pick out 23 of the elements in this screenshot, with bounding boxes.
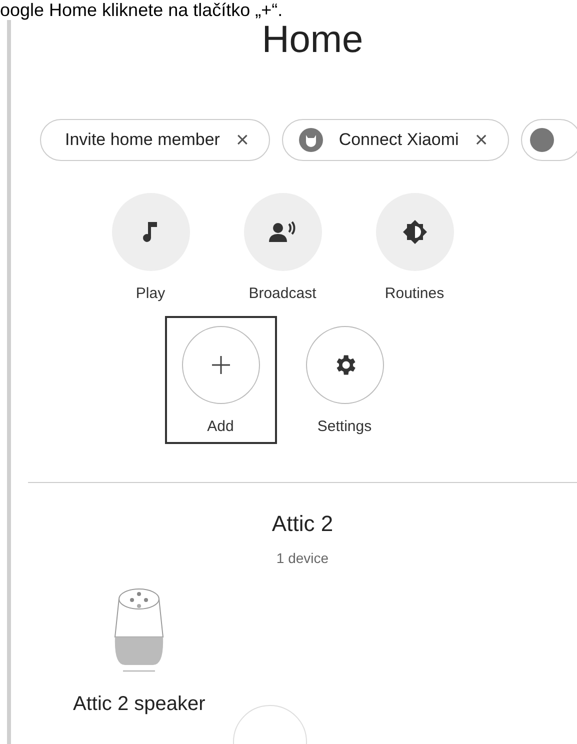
- device-name: Attic 2 speaker: [73, 692, 206, 717]
- action-label: Play: [136, 284, 166, 304]
- chip[interactable]: [520, 119, 577, 161]
- person-speaking-icon: [268, 221, 298, 243]
- page-title: Home: [262, 20, 364, 63]
- chip[interactable]: Invite home member ×: [40, 119, 270, 161]
- close-icon[interactable]: ×: [236, 129, 249, 151]
- room-title: Attic 2: [272, 510, 334, 538]
- music-note-icon: [142, 220, 160, 244]
- chip[interactable]: Connect Xiaomi ×: [282, 119, 509, 161]
- cat-face-icon: [298, 128, 323, 152]
- action-label: Add: [207, 416, 234, 436]
- device-count: 1 device: [276, 549, 329, 568]
- plus-icon: [210, 354, 230, 374]
- action-label: Routines: [384, 284, 444, 304]
- action-label: Settings: [317, 416, 372, 436]
- chip-label: Connect Xiaomi: [338, 129, 459, 152]
- close-icon[interactable]: ×: [474, 129, 488, 151]
- action-label: Broadcast: [248, 284, 316, 304]
- brand-icon: [530, 128, 554, 152]
- chip-label: Invite home member: [64, 129, 220, 152]
- brightness-icon: [402, 219, 428, 245]
- caption-text: oogle Home kliknete na tlačítko „+“.: [0, 0, 284, 20]
